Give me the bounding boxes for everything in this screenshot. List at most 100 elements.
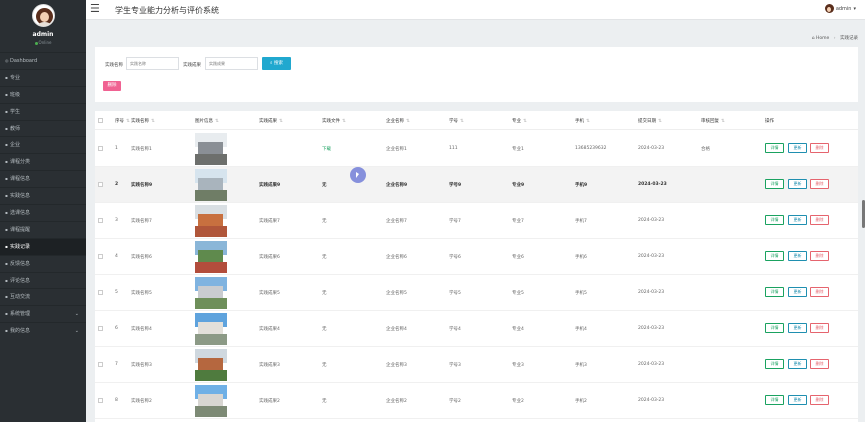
result-label: 实践成果 xyxy=(183,63,201,68)
cell-result: 实践成果4 xyxy=(259,327,280,332)
edit-button[interactable]: 更新 xyxy=(788,287,807,297)
sort-icon[interactable]: ⇅ xyxy=(586,119,590,124)
detail-button[interactable]: 详情 xyxy=(765,215,784,225)
sort-icon[interactable]: ⇅ xyxy=(342,119,346,124)
search-button[interactable]: ⌕ 搜索 xyxy=(262,57,291,70)
edit-button[interactable]: 更新 xyxy=(788,359,807,369)
sidebar-item[interactable]: ▪ 班级 xyxy=(0,85,86,103)
sidebar-item[interactable]: ▪ 课程信息 xyxy=(0,170,86,187)
records-table: 序号 ⇅ 实践名称 ⇅ 图片信息 ⇅ 实践成果 ⇅ 实践文件 ⇅ 企业名称 ⇅ 学号 ⇅ 专业… xyxy=(95,111,858,422)
detail-button[interactable]: 详情 xyxy=(765,251,784,261)
sort-icon[interactable]: ⇅ xyxy=(721,119,725,124)
detail-button[interactable]: 详情 xyxy=(765,359,784,369)
sort-icon[interactable]: ⇅ xyxy=(406,119,410,124)
cell-submit-date: 2024-03-23 xyxy=(638,362,665,367)
avatar[interactable] xyxy=(31,4,55,27)
detail-button[interactable]: 详情 xyxy=(765,395,784,405)
batch-delete-button[interactable]: 删除 xyxy=(103,81,121,91)
edit-button[interactable]: 更新 xyxy=(788,215,807,225)
breadcrumb-home[interactable]: Home xyxy=(816,36,829,41)
detail-button[interactable]: 详情 xyxy=(765,179,784,189)
sidebar-item[interactable]: ▪ 教师 xyxy=(0,119,86,137)
cell-phone: 手机3 xyxy=(575,363,587,368)
sidebar-item[interactable]: ▪ 企业 xyxy=(0,136,86,153)
edit-button[interactable]: 更新 xyxy=(788,395,807,405)
sidebar-item[interactable]: ▪ 反馈信息 xyxy=(0,254,86,272)
header-major: 专业 ⇅ xyxy=(512,118,527,124)
cell-submit-date: 2024-03-23 xyxy=(638,398,665,403)
sort-icon[interactable]: ⇅ xyxy=(279,119,283,124)
table-row: 4 实践名称6 实践成果6 无 企业名称6 学号6 专业6 手机6 2024-03-23 详情 更新… xyxy=(95,239,858,275)
delete-button[interactable]: 删除 xyxy=(810,287,829,297)
sidebar-item[interactable]: ▪ 课程提醒 xyxy=(0,220,86,238)
row-checkbox[interactable] xyxy=(98,326,103,331)
sidebar-item[interactable]: ▪ 专业 xyxy=(0,68,86,86)
header-major-label: 专业 xyxy=(512,119,521,124)
edit-button[interactable]: 更新 xyxy=(788,251,807,261)
sidebar-item[interactable]: ▪ 学生 xyxy=(0,102,86,120)
app-title: 学生专业能力分析与评价系统 xyxy=(115,6,219,15)
edit-button[interactable]: 更新 xyxy=(788,179,807,189)
row-checkbox[interactable] xyxy=(98,398,103,403)
header-student-no-label: 学号 xyxy=(449,119,458,124)
sidebar-item[interactable]: ▪ 评论信息 xyxy=(0,271,86,289)
row-checkbox[interactable] xyxy=(98,218,103,223)
row-checkbox[interactable] xyxy=(98,362,103,367)
row-checkbox[interactable] xyxy=(98,182,103,187)
row-checkbox[interactable] xyxy=(98,254,103,259)
sidebar-item[interactable]: ▪ 实践信息 xyxy=(0,187,86,204)
download-link[interactable]: 下载 xyxy=(322,146,331,152)
header-index: 序号 ⇅ xyxy=(115,118,130,124)
row-checkbox[interactable] xyxy=(98,146,103,151)
cell-name: 实践名称6 xyxy=(131,255,152,260)
sidebar-item[interactable]: ▪ 系统管理 ⌄ xyxy=(0,305,86,322)
detail-button[interactable]: 详情 xyxy=(765,323,784,333)
detail-button[interactable]: 详情 xyxy=(765,287,784,297)
delete-button[interactable]: 删除 xyxy=(810,251,829,261)
search-button-label: 搜索 xyxy=(273,61,283,66)
sidebar-item[interactable]: ▪ 课程分类 xyxy=(0,153,86,170)
sidebar-item-label: 企业 xyxy=(10,142,21,149)
header-phone-label: 手机 xyxy=(575,119,584,124)
delete-button[interactable]: 删除 xyxy=(810,179,829,189)
sidebar-item[interactable]: ◎ Dashboard xyxy=(0,52,86,69)
header-ops: 操作 xyxy=(765,119,774,124)
practice-photo xyxy=(195,169,227,201)
result-search-input[interactable] xyxy=(205,57,258,70)
sidebar-item[interactable]: ▪ 我的信息 ⌄ xyxy=(0,322,86,339)
sidebar-item[interactable]: ▪ 选课信息 xyxy=(0,204,86,221)
sort-icon[interactable]: ⇅ xyxy=(460,119,464,124)
cell-result: 实践成果6 xyxy=(259,255,280,260)
sort-icon[interactable]: ⇅ xyxy=(523,119,527,124)
delete-button[interactable]: 删除 xyxy=(810,359,829,369)
sort-icon[interactable]: ⇅ xyxy=(126,119,130,124)
name-search-input[interactable] xyxy=(126,57,179,70)
user-menu[interactable]: admin ▾ xyxy=(824,4,856,13)
delete-button[interactable]: 删除 xyxy=(810,323,829,333)
sort-icon[interactable]: ⇅ xyxy=(215,119,219,124)
cell-name: 实践名称5 xyxy=(131,291,152,296)
sort-icon[interactable]: ⇅ xyxy=(151,119,155,124)
delete-button[interactable]: 删除 xyxy=(810,395,829,405)
cell-doc: 无 xyxy=(322,399,327,404)
cell-student-no: 学号9 xyxy=(449,183,462,188)
sidebar-item[interactable]: ▪ 互动交流 xyxy=(0,288,86,305)
search-panel: 实践名称 实践成果 ⌕ 搜索 删除 xyxy=(95,47,858,102)
delete-button[interactable]: 删除 xyxy=(810,143,829,153)
edit-button[interactable]: 更新 xyxy=(788,143,807,153)
detail-button[interactable]: 详情 xyxy=(765,143,784,153)
sidebar-item[interactable]: ▪ 实践记录 xyxy=(0,237,86,255)
hamburger-icon[interactable]: ☰ xyxy=(90,3,100,15)
edit-button[interactable]: 更新 xyxy=(788,323,807,333)
table-row: 3 实践名称7 实践成果7 无 企业名称7 学号7 专业7 手机7 2024-03-23 详情 更新… xyxy=(95,203,858,239)
row-checkbox[interactable] xyxy=(98,290,103,295)
cell-student-no: 学号2 xyxy=(449,399,461,404)
cell-submit-date: 2024-03-23 xyxy=(638,326,665,331)
table-row: 8 实践名称2 实践成果2 无 企业名称2 学号2 专业2 手机2 2024-03-23 详情 更新… xyxy=(95,383,858,419)
user-status: Online xyxy=(0,40,86,45)
cell-company: 企业名称3 xyxy=(386,363,407,368)
select-all-checkbox[interactable] xyxy=(98,118,103,123)
sort-icon[interactable]: ⇅ xyxy=(658,119,662,124)
cell-index: 3 xyxy=(115,218,118,223)
delete-button[interactable]: 删除 xyxy=(810,215,829,225)
